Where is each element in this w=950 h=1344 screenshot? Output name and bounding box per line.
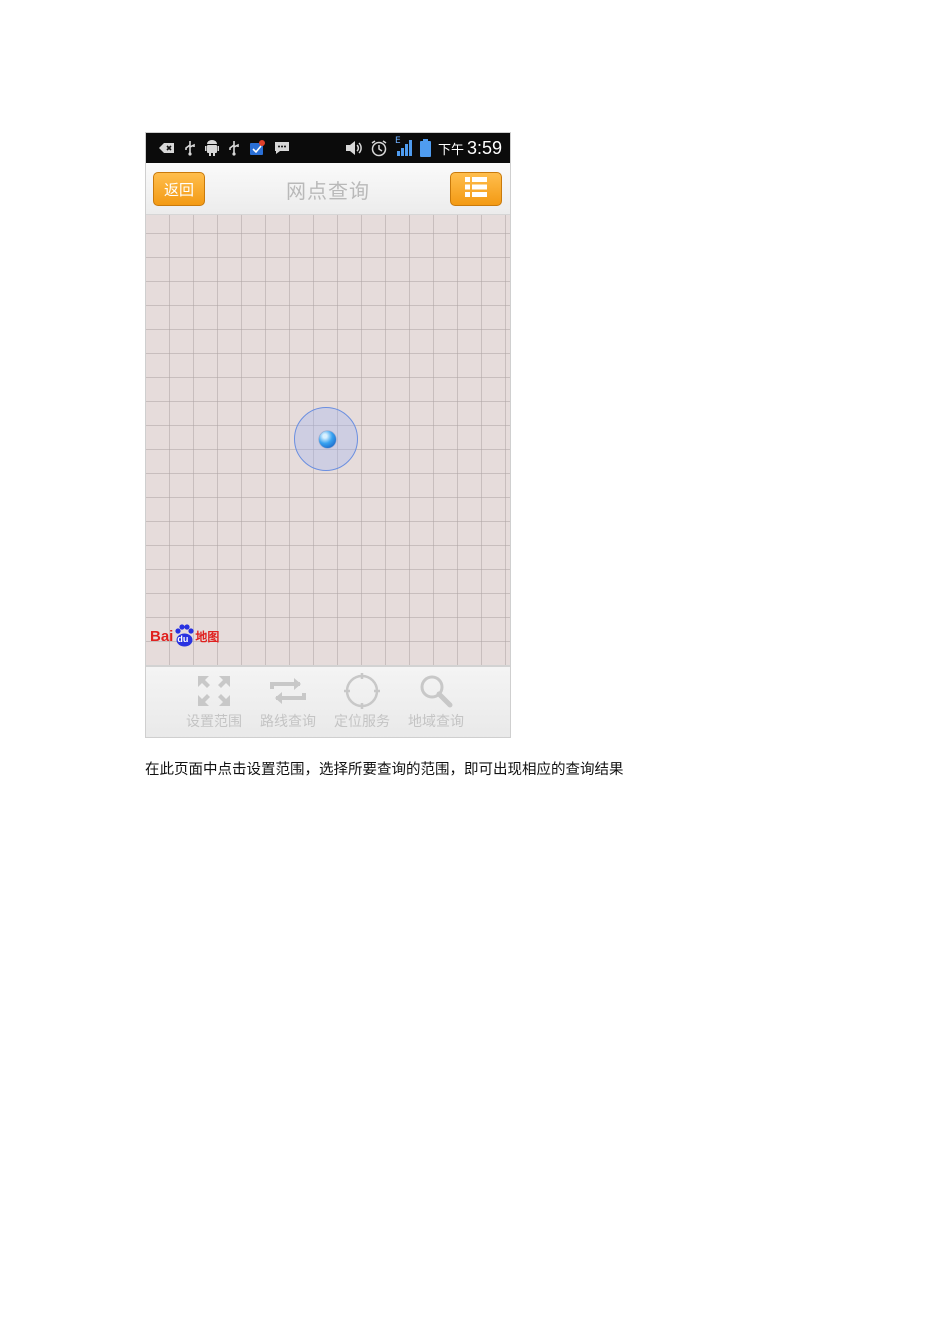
alarm-icon xyxy=(370,139,388,157)
nav-label: 设置范围 xyxy=(186,714,242,730)
title-bar: 网点查询 返回 xyxy=(146,163,510,215)
bottom-nav: 设置范围 路线查询 定位服务 地域查询 xyxy=(146,665,510,737)
message-icon xyxy=(274,141,290,155)
nav-region-query[interactable]: 地域查询 xyxy=(404,671,468,733)
current-location-marker xyxy=(319,431,336,448)
status-time: 下午 3:59 xyxy=(438,138,502,159)
network-type-label: E xyxy=(394,136,401,146)
phone-screenshot: E 下午 3:59 网点查询 返回 Bai du 地图 设置范围 路线查询 定位… xyxy=(145,132,511,738)
baidu-map-logo: Bai du 地图 xyxy=(150,623,219,649)
caption-text: 在此页面中点击设置范围，选择所要查询的范围，即可出现相应的查询结果 xyxy=(145,762,624,778)
usb-icon xyxy=(184,140,196,156)
volume-icon xyxy=(345,140,363,156)
route-loop-icon xyxy=(268,671,308,711)
signal-icon: E xyxy=(394,136,413,157)
status-clock: 3:59 xyxy=(466,137,502,158)
nav-set-range[interactable]: 设置范围 xyxy=(182,671,246,733)
nav-label: 路线查询 xyxy=(260,714,316,730)
battery-icon xyxy=(419,139,431,157)
map-view[interactable]: Bai du 地图 xyxy=(146,215,510,665)
nav-route-query[interactable]: 路线查询 xyxy=(256,671,320,733)
baidu-paw-text: du xyxy=(177,634,189,644)
nav-location-service[interactable]: 定位服务 xyxy=(330,671,394,733)
status-bar: E 下午 3:59 xyxy=(146,133,510,163)
expand-arrows-icon xyxy=(196,671,232,711)
notification-icon xyxy=(249,140,265,156)
nav-label: 定位服务 xyxy=(334,714,390,730)
usb-icon xyxy=(228,140,240,156)
baidu-map-label: 地图 xyxy=(195,629,220,644)
list-menu-icon xyxy=(464,176,488,202)
search-icon xyxy=(418,671,454,711)
android-icon xyxy=(205,140,219,156)
status-ampm: 下午 xyxy=(437,142,464,158)
nav-label: 地域查询 xyxy=(408,714,464,730)
menu-button[interactable] xyxy=(450,172,502,206)
locate-crosshair-icon xyxy=(343,671,381,711)
baidu-logo-text: Bai xyxy=(150,627,174,645)
back-button[interactable]: 返回 xyxy=(153,172,205,206)
back-icon xyxy=(159,142,175,154)
baidu-paw-icon: du xyxy=(173,624,195,648)
